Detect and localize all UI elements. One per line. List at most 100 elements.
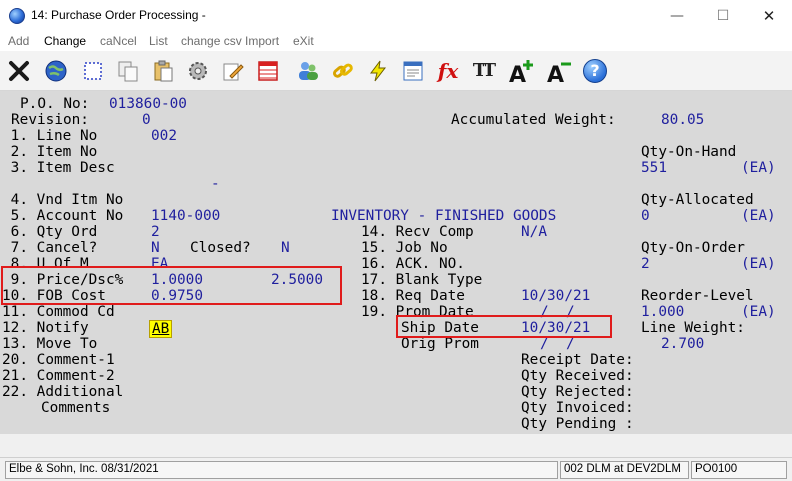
job-no-label: 15. Job No xyxy=(361,240,448,256)
reorder-level-label: Reorder-Level xyxy=(641,288,754,304)
function-icon[interactable]: fx xyxy=(433,55,463,86)
window-title: 14: Purchase Order Processing - xyxy=(31,8,206,22)
recv-comp-label: 14. Recv Comp xyxy=(361,224,474,240)
notify-label: 12. Notify xyxy=(2,320,89,336)
item-desc-dash: - xyxy=(211,176,220,192)
qty-on-hand-label: Qty-On-Hand xyxy=(641,144,737,160)
qty-on-hand-value: 551 xyxy=(641,160,667,176)
blank-type-label: 17. Blank Type xyxy=(361,272,483,288)
line-no-value[interactable]: 002 xyxy=(151,128,177,144)
qty-received-label: Qty Received: xyxy=(521,368,634,384)
title-bar: 14: Purchase Order Processing - — ☐ ✕ xyxy=(0,0,792,31)
qty-on-hand-unit: (EA) xyxy=(741,160,776,176)
cancel-label: 7. Cancel? xyxy=(2,240,98,256)
help-glyph: ? xyxy=(583,58,607,83)
menu-change-csv-import[interactable]: change csv Import xyxy=(181,34,279,48)
close-window-button[interactable]: ✕ xyxy=(746,0,792,31)
qty-on-order-label: Qty-On-Order xyxy=(641,240,745,256)
account-no-value[interactable]: 1140-000 xyxy=(151,208,220,224)
vnd-itm-no-label: 4. Vnd Itm No xyxy=(2,192,124,208)
closed-value[interactable]: N xyxy=(281,240,290,256)
reorder-level-unit: (EA) xyxy=(741,304,776,320)
font-size-icon[interactable]: TT xyxy=(468,55,498,86)
status-session: 002 DLM at DEV2DLM xyxy=(560,461,689,479)
reorder-level-value: 1.000 xyxy=(641,304,685,320)
ship-date-highlight xyxy=(396,315,612,338)
menu-list[interactable]: List xyxy=(149,34,168,48)
status-bar: Elbe & Sohn, Inc. 08/31/2021 002 DLM at … xyxy=(0,457,792,481)
menu-exit[interactable]: eXit xyxy=(293,34,314,48)
orig-prom-value[interactable]: / / xyxy=(540,336,575,352)
notify-input[interactable]: AB xyxy=(149,320,173,338)
accumulated-weight-label: Accumulated Weight: xyxy=(451,112,616,128)
po-number-label: P.O. No: xyxy=(20,96,90,112)
price-fob-highlight xyxy=(1,266,342,305)
function-label: fx xyxy=(437,58,459,83)
qty-rejected-label: Qty Rejected: xyxy=(521,384,634,400)
form-footer-strip xyxy=(0,434,792,457)
revision-label: Revision: xyxy=(11,112,89,128)
menu-bar: Add Change caNcel List change csv Import… xyxy=(0,31,792,51)
settings-icon[interactable] xyxy=(183,55,213,86)
paste-icon[interactable] xyxy=(148,55,178,86)
po-number-value: 013860-00 xyxy=(109,96,187,112)
qty-allocated-value: 0 xyxy=(641,208,650,224)
font-size-label: TT xyxy=(472,60,496,81)
status-program: PO0100 xyxy=(691,461,787,479)
svg-text:A: A xyxy=(547,63,564,85)
po-line-form: P.O. No: 013860-00 Revision: 0 Accumulat… xyxy=(0,91,792,434)
commod-cd-label: 11. Commod Cd xyxy=(2,304,115,320)
account-description: INVENTORY - FINISHED GOODS xyxy=(331,208,557,224)
line-no-label: 1. Line No xyxy=(2,128,98,144)
closed-label: Closed? xyxy=(190,240,251,256)
revision-value: 0 xyxy=(142,112,151,128)
decrease-font-icon[interactable]: A xyxy=(544,55,574,86)
help-icon[interactable]: ? xyxy=(580,55,610,86)
globe-icon[interactable] xyxy=(41,55,71,86)
item-no-label: 2. Item No xyxy=(2,144,98,160)
minimize-button[interactable]: — xyxy=(654,0,700,31)
table-icon[interactable] xyxy=(253,55,283,86)
comments-label: Comments xyxy=(41,400,111,416)
copy-icon[interactable] xyxy=(113,55,143,86)
qty-on-order-value: 2 xyxy=(641,256,650,272)
menu-cancel[interactable]: caNcel xyxy=(100,34,137,48)
req-date-value[interactable]: 10/30/21 xyxy=(521,288,590,304)
qty-invoiced-label: Qty Invoiced: xyxy=(521,400,634,416)
close-x-icon[interactable] xyxy=(4,55,34,86)
increase-font-icon[interactable]: A xyxy=(506,55,536,86)
select-icon[interactable] xyxy=(78,55,108,86)
line-weight-label: Line Weight: xyxy=(641,320,745,336)
users-icon[interactable] xyxy=(293,55,323,86)
qty-ord-label: 6. Qty Ord xyxy=(2,224,98,240)
receipt-date-label: Receipt Date: xyxy=(521,352,634,368)
qty-ord-value[interactable]: 2 xyxy=(151,224,160,240)
maximize-button[interactable]: ☐ xyxy=(700,0,746,31)
toolbar: fx TT A A ? xyxy=(0,51,792,91)
comment-1-label: 20. Comment-1 xyxy=(2,352,115,368)
orig-prom-label: Orig Prom xyxy=(401,336,479,352)
qty-on-order-unit: (EA) xyxy=(741,256,776,272)
status-company: Elbe & Sohn, Inc. 08/31/2021 xyxy=(5,461,558,479)
comment-2-label: 21. Comment-2 xyxy=(2,368,115,384)
app-globe-icon xyxy=(9,8,25,24)
cancel-value[interactable]: N xyxy=(151,240,160,256)
lightning-icon[interactable] xyxy=(363,55,393,86)
item-desc-label: 3. Item Desc xyxy=(2,160,115,176)
qty-pending-label: Qty Pending : xyxy=(521,416,634,432)
menu-add[interactable]: Add xyxy=(8,34,29,48)
link-icon[interactable] xyxy=(328,55,358,86)
qty-allocated-unit: (EA) xyxy=(741,208,776,224)
report-icon[interactable] xyxy=(398,55,428,86)
accumulated-weight-value: 80.05 xyxy=(661,112,705,128)
additional-label: 22. Additional xyxy=(2,384,124,400)
qty-allocated-label: Qty-Allocated xyxy=(641,192,754,208)
menu-change[interactable]: Change xyxy=(44,34,86,48)
ack-no-label: 16. ACK. NO. xyxy=(361,256,465,272)
move-to-label: 13. Move To xyxy=(2,336,98,352)
account-no-label: 5. Account No xyxy=(2,208,124,224)
recv-comp-value[interactable]: N/A xyxy=(521,224,547,240)
line-weight-value: 2.700 xyxy=(661,336,705,352)
req-date-label: 18. Req Date xyxy=(361,288,465,304)
edit-icon[interactable] xyxy=(218,55,248,86)
